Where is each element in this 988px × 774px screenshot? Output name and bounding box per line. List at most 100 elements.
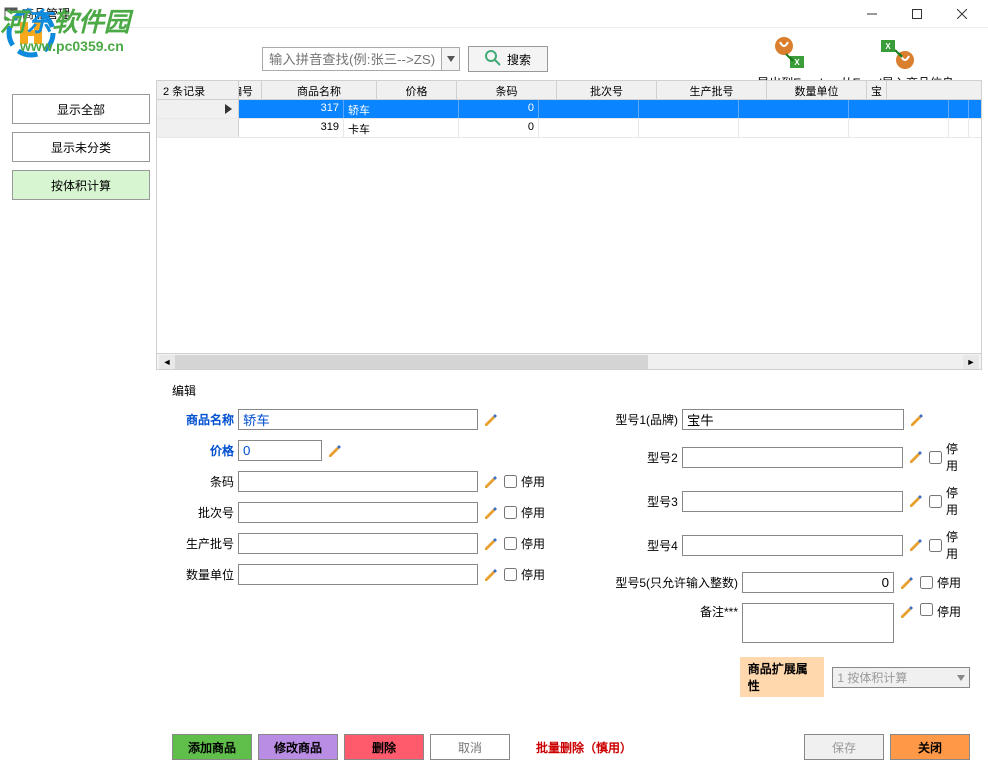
checkbox-unit-stop[interactable] [504, 568, 517, 581]
record-count: 2 条记录 [157, 81, 239, 100]
pencil-icon[interactable] [907, 448, 925, 466]
horizontal-scrollbar[interactable]: ◄ ► [157, 353, 981, 369]
input-unit[interactable] [238, 564, 478, 585]
label-model4: 型号4 [608, 537, 678, 554]
label-stop: 停用 [946, 440, 970, 474]
maximize-button[interactable] [894, 1, 939, 27]
label-model1: 型号1(品牌) [608, 411, 678, 428]
minimize-button[interactable] [849, 1, 894, 27]
input-model2[interactable] [682, 447, 903, 468]
by-volume-button[interactable]: 按体积计算 [12, 170, 150, 200]
scroll-thumb[interactable] [175, 355, 648, 369]
col-barcode[interactable]: 条码 [457, 81, 557, 99]
export-excel-icon: X [772, 36, 808, 72]
scroll-right-icon[interactable]: ► [963, 355, 979, 369]
label-stop: 停用 [521, 473, 545, 490]
label-stop: 停用 [521, 566, 545, 583]
search-dropdown-icon[interactable] [442, 47, 460, 71]
show-all-button[interactable]: 显示全部 [12, 94, 150, 124]
svg-text:X: X [794, 58, 800, 67]
label-stop: 停用 [521, 504, 545, 521]
label-unit: 数量单位 [172, 566, 234, 583]
checkbox-model4-stop[interactable] [929, 539, 942, 552]
delete-button[interactable]: 删除 [344, 734, 424, 760]
label-remark: 备注*** [608, 603, 738, 620]
label-model5: 型号5(只允许输入整数) [608, 574, 738, 591]
checkbox-batch-stop[interactable] [504, 506, 517, 519]
window-controls [849, 1, 984, 27]
import-excel-icon: X [879, 36, 915, 72]
input-price[interactable] [238, 440, 322, 461]
col-partial[interactable]: 宝 [867, 81, 887, 99]
checkbox-model2-stop[interactable] [929, 451, 942, 464]
close-button[interactable]: 关闭 [890, 734, 970, 760]
grid-header: 2 条记录 批量删除专用编号 商品名称 价格 条码 批次号 生产批号 数量单位 … [157, 81, 981, 100]
svg-text:X: X [886, 42, 892, 51]
pencil-icon[interactable] [898, 603, 916, 621]
label-stop: 停用 [937, 603, 961, 620]
close-button[interactable] [939, 1, 984, 27]
checkbox-model3-stop[interactable] [929, 495, 942, 508]
watermark-url: www.pc0359.cn [20, 38, 124, 54]
pencil-icon[interactable] [482, 535, 500, 553]
checkbox-remark-stop[interactable] [920, 603, 933, 616]
checkbox-model5-stop[interactable] [920, 576, 933, 589]
sidebar: 显示全部 显示未分类 按体积计算 [6, 80, 156, 370]
search-icon [485, 50, 501, 69]
pencil-icon[interactable] [898, 574, 916, 592]
bottom-bar: 添加商品 修改商品 删除 取消 批量删除（慎用） 保存 关闭 [172, 734, 970, 760]
label-price: 价格 [172, 442, 234, 459]
add-product-button[interactable]: 添加商品 [172, 734, 252, 760]
pencil-icon[interactable] [482, 473, 500, 491]
save-button[interactable]: 保存 [804, 734, 884, 760]
search-button[interactable]: 搜索 [468, 46, 548, 72]
show-uncategorized-button[interactable]: 显示未分类 [12, 132, 150, 162]
label-batch: 批次号 [172, 504, 234, 521]
pencil-icon[interactable] [907, 536, 925, 554]
product-grid[interactable]: 2 条记录 批量删除专用编号 商品名称 价格 条码 批次号 生产批号 数量单位 … [156, 80, 982, 370]
pencil-icon[interactable] [326, 442, 344, 460]
search-input[interactable] [262, 47, 442, 71]
label-stop: 停用 [946, 484, 970, 518]
input-model1[interactable] [682, 409, 904, 430]
col-unit[interactable]: 数量单位 [767, 81, 867, 99]
input-prodbatch[interactable] [238, 533, 478, 554]
input-model3[interactable] [682, 491, 903, 512]
label-model3: 型号3 [608, 493, 678, 510]
input-name[interactable] [238, 409, 478, 430]
checkbox-prodbatch-stop[interactable] [504, 537, 517, 550]
col-price[interactable]: 价格 [377, 81, 457, 99]
batch-delete-link[interactable]: 批量删除（慎用） [536, 739, 632, 756]
pencil-icon[interactable] [482, 504, 500, 522]
label-name: 商品名称 [172, 411, 234, 428]
pencil-icon[interactable] [482, 566, 500, 584]
ext-attr-select[interactable]: 1 按体积计算 [832, 667, 970, 688]
pencil-icon[interactable] [907, 492, 925, 510]
label-model2: 型号2 [608, 449, 678, 466]
watermark-text: 河东软件园 [0, 2, 130, 39]
input-remark[interactable] [742, 603, 894, 643]
label-stop: 停用 [946, 528, 970, 562]
col-name[interactable]: 商品名称 [262, 81, 377, 99]
row-indicator [157, 100, 239, 118]
chevron-down-icon [957, 670, 965, 684]
modify-product-button[interactable]: 修改商品 [258, 734, 338, 760]
col-prodbatch[interactable]: 生产批号 [657, 81, 767, 99]
input-batch[interactable] [238, 502, 478, 523]
search-box: 搜索 [262, 46, 548, 72]
label-stop: 停用 [937, 574, 961, 591]
row-indicator [157, 119, 239, 137]
pencil-icon[interactable] [908, 411, 926, 429]
table-row[interactable]: 317 轿车 0 [157, 100, 981, 119]
scroll-left-icon[interactable]: ◄ [159, 355, 175, 369]
pencil-icon[interactable] [482, 411, 500, 429]
input-model5[interactable] [742, 572, 894, 593]
cancel-button[interactable]: 取消 [430, 734, 510, 760]
label-barcode: 条码 [172, 473, 234, 490]
table-row[interactable]: 319 卡车 0 [157, 119, 981, 138]
input-model4[interactable] [682, 535, 903, 556]
checkbox-barcode-stop[interactable] [504, 475, 517, 488]
edit-panel: 编辑 商品名称 价格 条码 停用 批次号 [172, 382, 970, 697]
col-batch[interactable]: 批次号 [557, 81, 657, 99]
input-barcode[interactable] [238, 471, 478, 492]
